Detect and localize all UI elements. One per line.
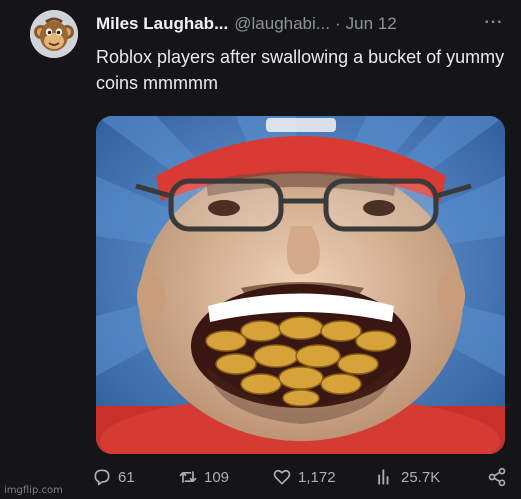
reply-button[interactable]: 61 (92, 463, 135, 491)
tweet-text: Roblox players after swallowing a bucket… (96, 47, 505, 93)
monkey-avatar-icon (30, 10, 78, 58)
like-count: 1,172 (298, 468, 336, 486)
reply-count: 61 (118, 468, 135, 486)
display-name[interactable]: Miles Laughab... (96, 14, 228, 34)
share-button[interactable] (487, 463, 513, 491)
share-icon (488, 467, 506, 487)
tweet-date[interactable]: Jun 12 (346, 14, 397, 34)
more-horizontal-icon: ··· (484, 14, 504, 31)
more-options-button[interactable]: ··· (482, 12, 506, 34)
tweet-header: Miles Laughab... @laughabi... · Jun 12 (96, 13, 397, 35)
tweet-image[interactable] (96, 116, 505, 454)
reply-icon (94, 469, 110, 486)
like-icon (273, 469, 291, 485)
separator-dot: · (334, 14, 341, 33)
user-handle[interactable]: @laughabi... (234, 14, 330, 34)
retweet-count: 109 (204, 468, 230, 486)
retweet-icon (179, 471, 197, 483)
views-button[interactable]: 25.7K (375, 463, 440, 491)
watermark: imgflip.com (4, 485, 63, 496)
tweet: Miles Laughab... @laughabi... · Jun 12 ·… (0, 0, 521, 499)
tweet-actions: 61 109 1,172 25.7K (92, 463, 512, 491)
avatar[interactable] (30, 10, 78, 58)
like-button[interactable]: 1,172 (272, 463, 336, 491)
views-icon (378, 469, 389, 485)
retweet-button[interactable]: 109 (178, 463, 229, 491)
meme-face-image (96, 116, 505, 454)
views-count: 25.7K (401, 468, 441, 486)
